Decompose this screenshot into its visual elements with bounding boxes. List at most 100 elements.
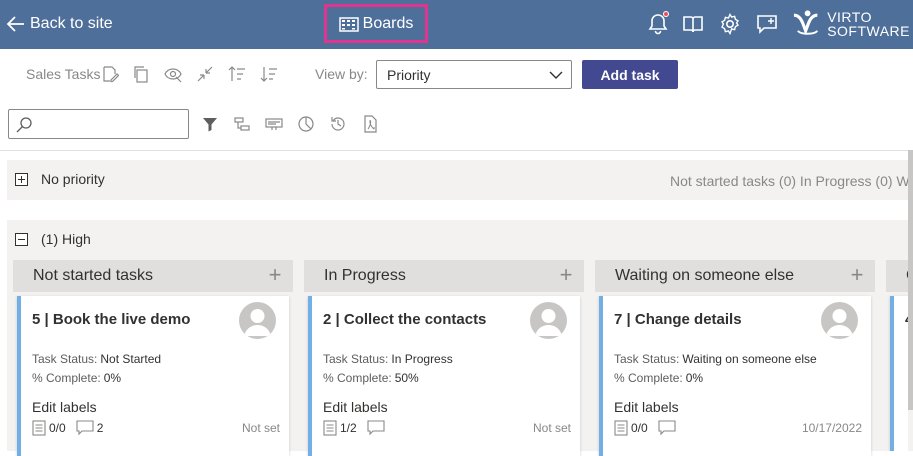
group-title: No priority bbox=[41, 171, 105, 187]
percent-complete-field: % Complete: 0% bbox=[32, 371, 121, 385]
top-bar: Back to site Boards VIRTO SOFTWARE bbox=[0, 0, 913, 49]
virto-logo: VIRTO SOFTWARE bbox=[792, 8, 910, 40]
field-value: 0% bbox=[103, 371, 122, 385]
edit-icon[interactable] bbox=[101, 65, 119, 83]
list-name: Sales Tasks bbox=[26, 66, 101, 82]
view-by-select[interactable]: Priority bbox=[376, 60, 572, 89]
due-date: Not set bbox=[532, 421, 571, 435]
due-date: 10/17/2022 bbox=[801, 421, 862, 435]
column-title: Not started tasks bbox=[33, 267, 154, 284]
search-input[interactable] bbox=[37, 114, 185, 134]
boards-button[interactable]: Boards bbox=[324, 4, 428, 43]
sort-descending-icon[interactable] bbox=[260, 65, 278, 83]
boards-label: Boards bbox=[362, 14, 414, 32]
column-header: Not started tasks + bbox=[13, 260, 293, 292]
notification-dot bbox=[663, 11, 669, 17]
field-label: % Complete: bbox=[323, 371, 392, 385]
pdf-icon[interactable] bbox=[360, 114, 380, 134]
chart-icon[interactable] bbox=[296, 114, 316, 134]
hierarchy-icon[interactable] bbox=[232, 114, 252, 134]
arrow-left-icon bbox=[6, 16, 24, 32]
edit-labels-link[interactable]: Edit labels bbox=[32, 399, 97, 415]
due-date: Not set bbox=[241, 421, 280, 435]
task-status-field: Task Status: Not Started bbox=[32, 352, 161, 366]
column-title: In Progress bbox=[324, 267, 406, 284]
back-to-site-link[interactable]: Back to site bbox=[6, 12, 113, 36]
add-task-button[interactable]: Add task bbox=[582, 60, 678, 89]
card-title: 7 | Change details bbox=[614, 311, 742, 328]
percent-complete-field: % Complete: 0% bbox=[614, 371, 703, 385]
task-card[interactable]: 7 | Change details Task Status: Waiting o… bbox=[599, 296, 871, 456]
view-by-value: Priority bbox=[387, 67, 431, 83]
field-label: % Complete: bbox=[32, 371, 101, 385]
copy-icon[interactable] bbox=[132, 65, 150, 83]
view-by-label: View by: bbox=[315, 66, 368, 82]
comment-count: 2 bbox=[96, 421, 104, 435]
card-meta: 1/2 bbox=[323, 419, 398, 437]
collapse-group-icon[interactable] bbox=[15, 233, 28, 246]
edit-labels-link[interactable]: Edit labels bbox=[614, 399, 679, 415]
checklist-icon bbox=[32, 420, 46, 436]
percent-complete-field: % Complete: 50% bbox=[323, 371, 419, 385]
hide-icon[interactable] bbox=[164, 65, 182, 83]
board-toolbar: Sales Tasks View by: Priority Add task bbox=[0, 56, 913, 92]
avatar bbox=[239, 302, 276, 339]
card-meta: 0/0 bbox=[614, 419, 689, 437]
group-no-priority: No priority Not started tasks (0) In Pro… bbox=[7, 160, 913, 200]
avatar bbox=[821, 302, 858, 339]
group-title: (1) High bbox=[41, 231, 91, 247]
checklist-count: 0/0 bbox=[49, 421, 66, 435]
column-waiting: Waiting on someone else + 7 | Change det… bbox=[595, 260, 875, 456]
field-label: Task Status: bbox=[32, 352, 98, 366]
edit-labels-link[interactable]: Edit labels bbox=[323, 399, 388, 415]
field-value: 0% bbox=[685, 371, 704, 385]
back-to-site-label: Back to site bbox=[30, 15, 113, 32]
column-header: Waiting on someone else + bbox=[595, 260, 875, 292]
collapse-icon[interactable] bbox=[196, 65, 214, 83]
add-card-icon[interactable]: + bbox=[265, 264, 285, 286]
field-value: In Progress bbox=[391, 352, 453, 366]
logo-line1: VIRTO bbox=[827, 9, 872, 25]
scrollbar-thumb[interactable] bbox=[908, 150, 913, 410]
book-icon[interactable] bbox=[681, 12, 705, 36]
add-card-icon[interactable]: + bbox=[847, 264, 867, 286]
card-title: 5 | Book the live demo bbox=[32, 311, 191, 328]
search-icon bbox=[16, 117, 32, 133]
task-status-field: Task Status: In Progress bbox=[323, 352, 453, 366]
card-view-icon[interactable] bbox=[264, 114, 284, 134]
comment-icon[interactable] bbox=[76, 420, 94, 436]
avatar bbox=[530, 302, 567, 339]
checklist-count: 1/2 bbox=[340, 421, 357, 435]
chevron-down-icon bbox=[549, 71, 563, 79]
add-card-icon[interactable]: + bbox=[556, 264, 576, 286]
field-value: Not Started bbox=[100, 352, 162, 366]
group-high: (1) High Not started tasks + 5 | Book th… bbox=[7, 220, 913, 456]
history-icon[interactable] bbox=[328, 114, 348, 134]
filter-icon[interactable] bbox=[200, 114, 220, 134]
logo-text: VIRTO SOFTWARE bbox=[827, 10, 910, 38]
group-summary: Not started tasks (0) In Progress (0) Wa bbox=[670, 173, 913, 189]
field-label: Task Status: bbox=[614, 352, 680, 366]
virto-logo-mark bbox=[793, 10, 819, 36]
sort-ascending-icon[interactable] bbox=[228, 65, 246, 83]
card-title: 2 | Collect the contacts bbox=[323, 311, 487, 328]
comment-icon[interactable] bbox=[367, 420, 385, 436]
field-label: % Complete: bbox=[614, 371, 683, 385]
column-not-started: Not started tasks + 5 | Book the live de… bbox=[13, 260, 293, 456]
field-value: Waiting on someone else bbox=[682, 352, 817, 366]
bell-icon[interactable] bbox=[646, 11, 670, 36]
field-label: Task Status: bbox=[323, 352, 389, 366]
card-meta: 0/0 2 bbox=[32, 419, 113, 437]
chat-icon[interactable] bbox=[755, 12, 779, 36]
gear-icon[interactable] bbox=[718, 12, 742, 36]
column-title: Waiting on someone else bbox=[615, 267, 795, 284]
expand-icon[interactable] bbox=[15, 173, 28, 186]
task-status-field: Task Status: Waiting on someone else bbox=[614, 352, 817, 366]
logo-line2: SOFTWARE bbox=[827, 23, 910, 39]
field-value: 50% bbox=[394, 371, 419, 385]
task-card[interactable]: 5 | Book the live demo Task Status: Not S… bbox=[17, 296, 289, 456]
toolbar-divider bbox=[0, 150, 913, 151]
comment-icon[interactable] bbox=[658, 420, 676, 436]
task-card[interactable]: 2 | Collect the contacts Task Status: In … bbox=[308, 296, 580, 456]
search-box[interactable] bbox=[8, 109, 189, 139]
